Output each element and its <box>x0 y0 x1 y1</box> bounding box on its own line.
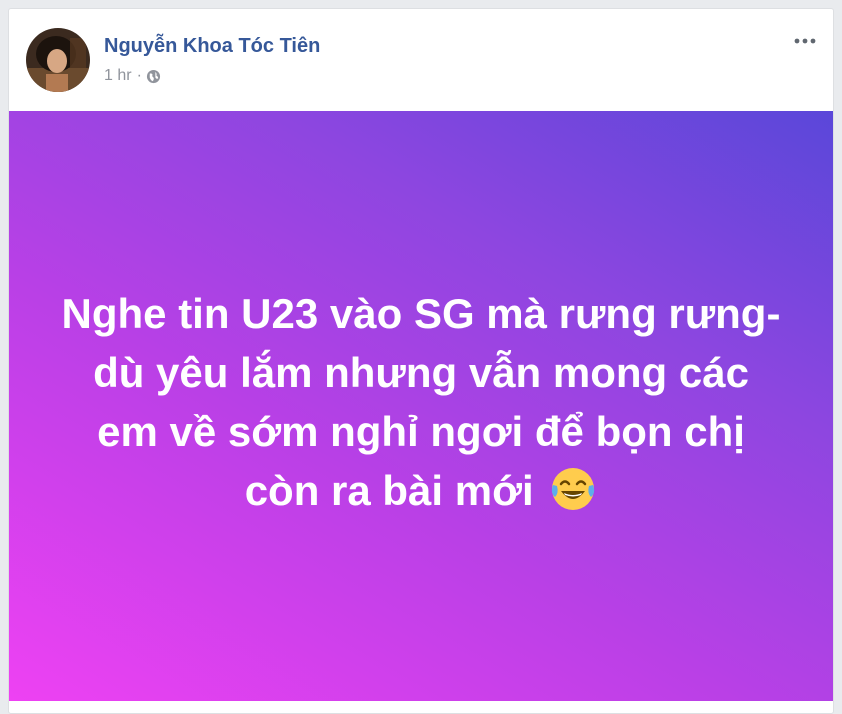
post-header: Nguyễn Khoa Tóc Tiên 1 hr · <box>9 9 833 111</box>
face-with-tears-of-joy-icon <box>549 465 597 513</box>
post-timestamp[interactable]: 1 hr <box>104 67 132 85</box>
post-text-block: Nghe tin U23 vào SG mà rưng rưng-dù yêu … <box>61 284 781 520</box>
globe-icon[interactable] <box>146 69 161 84</box>
more-options-icon[interactable] <box>791 31 819 51</box>
post-text: Nghe tin U23 vào SG mà rưng rưng-dù yêu … <box>61 290 781 514</box>
post-card: Nguyễn Khoa Tóc Tiên 1 hr · Nghe tin U23… <box>8 8 834 714</box>
post-meta: 1 hr · <box>104 67 161 85</box>
meta-separator: · <box>136 67 142 84</box>
author-avatar[interactable] <box>26 28 90 92</box>
author-name[interactable]: Nguyễn Khoa Tóc Tiên <box>104 35 320 58</box>
post-background: Nghe tin U23 vào SG mà rưng rưng-dù yêu … <box>9 111 833 701</box>
